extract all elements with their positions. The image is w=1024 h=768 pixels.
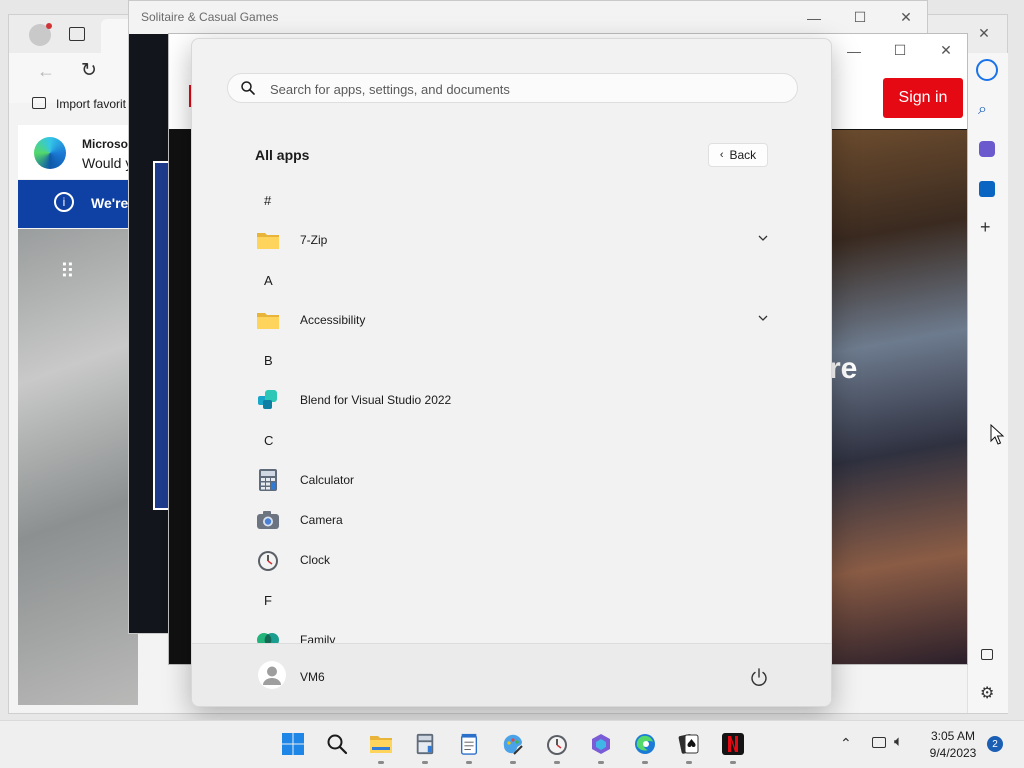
netflix-icon[interactable] xyxy=(718,729,748,764)
background-photo: ⠿ xyxy=(18,229,138,705)
calculator-icon xyxy=(259,469,277,491)
edge-logo-icon xyxy=(34,137,66,169)
network-icon[interactable] xyxy=(872,737,886,748)
letter-header[interactable]: C xyxy=(264,433,273,448)
volume-icon[interactable]: 🔈︎ xyxy=(894,733,903,750)
tray-date[interactable]: 9/4/2023 xyxy=(918,746,988,760)
app-item-blend[interactable]: Blend for Visual Studio 2022 xyxy=(248,382,780,418)
app-item-clock[interactable]: Clock xyxy=(248,542,780,578)
back-button[interactable]: ‹ Back xyxy=(708,143,768,167)
app-name: Camera xyxy=(300,513,343,527)
tools-sidebar-icon[interactable] xyxy=(979,141,995,157)
info-icon: i xyxy=(54,192,74,212)
all-apps-list: # 7-Zip A Accessibility B Blend for Visu… xyxy=(192,179,831,643)
start-search-box[interactable] xyxy=(227,73,798,103)
notepad-icon[interactable] xyxy=(454,729,484,764)
copilot-icon[interactable] xyxy=(586,729,616,764)
folder-icon xyxy=(257,313,279,329)
app-name: 7-Zip xyxy=(300,233,328,247)
app-name: Blend for Visual Studio 2022 xyxy=(300,393,452,407)
solitaire-title: Solitaire & Casual Games xyxy=(141,10,279,24)
taskbar-clock-icon[interactable] xyxy=(542,729,572,764)
app-name: Accessibility xyxy=(300,313,366,327)
sidebar-toggle-icon[interactable] xyxy=(981,649,993,660)
close-icon[interactable]: ✕ xyxy=(883,1,929,34)
app-item-calculator[interactable]: Calculator xyxy=(248,462,780,498)
back-arrow-icon[interactable]: ← xyxy=(37,61,55,82)
mouse-cursor-icon xyxy=(990,424,1005,445)
notice-title: Microso xyxy=(82,137,129,151)
letter-header[interactable]: F xyxy=(264,593,272,608)
taskbar-calculator-icon[interactable] xyxy=(410,729,440,764)
apps-grid-icon[interactable]: ⠿ xyxy=(60,259,76,284)
netflix-poster-collage xyxy=(831,130,967,664)
file-explorer-icon[interactable] xyxy=(366,729,396,764)
app-item-7zip[interactable]: 7-Zip xyxy=(248,222,780,258)
notification-badge[interactable]: 2 xyxy=(987,736,1003,752)
app-item-accessibility[interactable]: Accessibility xyxy=(248,302,780,338)
netflix-close-icon[interactable]: ✕ xyxy=(923,34,969,67)
app-name: Calculator xyxy=(300,473,355,487)
chevron-down-icon[interactable] xyxy=(756,311,770,325)
taskbar-search-icon[interactable] xyxy=(322,729,352,759)
all-apps-title: All apps xyxy=(255,147,310,163)
back-label: Back xyxy=(729,148,757,162)
chevron-up-icon[interactable]: ⌃ xyxy=(840,735,852,752)
letter-header[interactable]: B xyxy=(264,353,273,368)
clock-icon xyxy=(258,551,278,571)
import-favorites-label[interactable]: Import favorit xyxy=(56,97,126,111)
refresh-icon[interactable]: ↻ xyxy=(81,59,97,82)
search-input[interactable] xyxy=(268,75,792,103)
start-footer: VM6 xyxy=(192,643,831,706)
import-favorites-icon[interactable] xyxy=(32,97,46,109)
tray-time[interactable]: 3:05 AM xyxy=(918,729,988,743)
power-icon[interactable] xyxy=(748,666,770,688)
solitaire-icon[interactable] xyxy=(674,729,704,764)
letter-header[interactable]: A xyxy=(264,273,273,288)
sign-in-button[interactable]: Sign in xyxy=(883,78,963,118)
minimize-icon[interactable]: — xyxy=(791,1,837,34)
info-text: We're xyxy=(91,195,129,211)
blend-icon xyxy=(258,390,277,409)
maximize-icon[interactable]: ☐ xyxy=(837,1,883,34)
folder-icon xyxy=(257,233,279,249)
netflix-hero-text: re xyxy=(829,352,858,385)
app-name: Clock xyxy=(300,553,331,567)
netflix-maximize-icon[interactable]: ☐ xyxy=(877,34,923,67)
netflix-minimize-icon[interactable]: — xyxy=(831,34,877,67)
edge-sidebar: ⌕ + ⚙ xyxy=(967,53,1008,713)
chevron-left-icon: ‹ xyxy=(719,149,724,161)
taskbar: ⌃ 🔈︎ 3:05 AM 9/4/2023 2 xyxy=(0,720,1024,768)
start-menu: All apps ‹ Back # 7-Zip A Accessibility … xyxy=(191,38,832,707)
tab-actions-icon[interactable] xyxy=(69,27,85,41)
paint-icon[interactable] xyxy=(498,729,528,764)
solitaire-titlebar: Solitaire & Casual Games — ☐ ✕ xyxy=(129,1,927,34)
chevron-down-icon[interactable] xyxy=(756,231,770,245)
outlook-sidebar-icon[interactable] xyxy=(979,181,995,197)
copilot-sidebar-icon[interactable] xyxy=(976,59,998,81)
favorites-bar: Import favorit xyxy=(9,89,139,119)
profile-icon[interactable] xyxy=(29,23,52,46)
app-name: Family xyxy=(300,633,336,643)
user-avatar-icon[interactable] xyxy=(258,661,286,689)
camera-icon xyxy=(257,511,279,529)
search-icon xyxy=(241,81,255,95)
user-name[interactable]: VM6 xyxy=(300,670,325,684)
add-sidebar-icon[interactable]: + xyxy=(980,217,991,238)
family-icon xyxy=(257,633,279,643)
edge-icon[interactable] xyxy=(630,729,660,764)
notice-body: Would y xyxy=(82,155,133,171)
app-item-camera[interactable]: Camera xyxy=(248,502,780,538)
windows-start-icon[interactable] xyxy=(278,729,308,759)
search-sidebar-icon[interactable]: ⌕ xyxy=(978,101,987,119)
app-item-family[interactable]: Family xyxy=(248,622,780,643)
letter-header[interactable]: # xyxy=(264,193,271,208)
settings-gear-icon[interactable]: ⚙ xyxy=(980,683,994,703)
